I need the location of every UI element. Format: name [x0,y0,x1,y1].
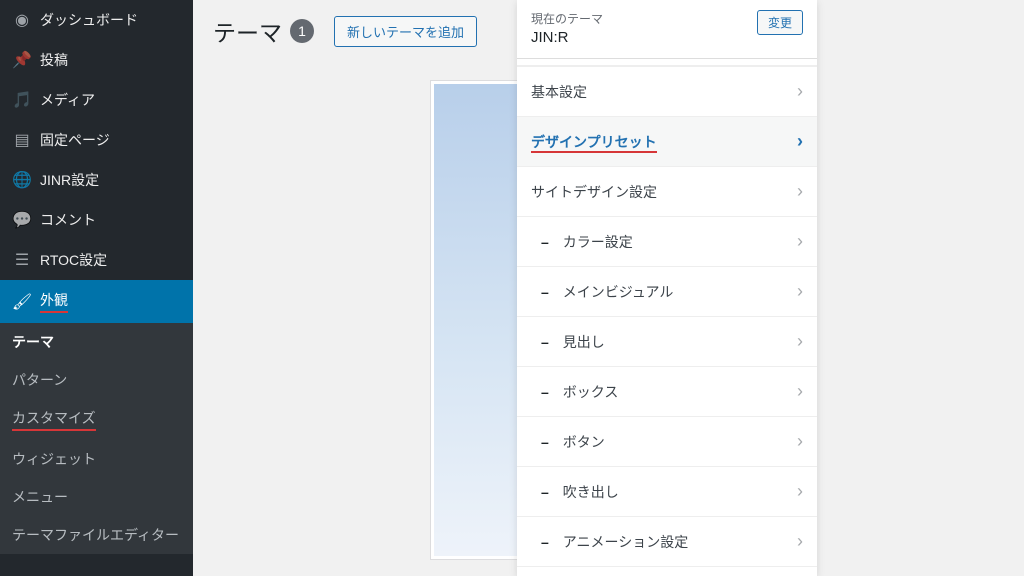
sidebar-item-label: ダッシュボード [40,10,138,30]
row-color-settings[interactable]: カラー設定 › [517,217,817,267]
panel-header: 現在のテーマ JIN:R 変更 [517,0,817,59]
appearance-submenu: テーマ パターン カスタマイズ ウィジェット メニュー テーマファイルエディター [0,323,193,554]
submenu-theme-file-editor[interactable]: テーマファイルエディター [0,516,193,554]
dashboard-icon: ◉ [12,10,32,30]
sidebar-item-label: メディア [40,90,95,110]
current-theme-label: 現在のテーマ [531,10,603,27]
panel-body: 基本設定 › デザインプリセット › サイトデザイン設定 › カラー設定 › メ… [517,65,817,576]
submenu-patterns[interactable]: パターン [0,361,193,399]
sidebar-item-comments[interactable]: 💬 コメント [0,200,193,240]
row-box[interactable]: ボックス › [517,367,817,417]
comment-icon: 💬 [12,210,32,230]
submenu-widgets[interactable]: ウィジェット [0,440,193,478]
chevron-right-icon: › [797,531,803,552]
change-theme-button[interactable]: 変更 [757,10,803,35]
sidebar-item-pages[interactable]: ▤ 固定ページ [0,120,193,160]
submenu-customize[interactable]: カスタマイズ [0,399,193,440]
chevron-right-icon: › [797,131,803,152]
submenu-menus[interactable]: メニュー [0,478,193,516]
sidebar-item-rtoc-settings[interactable]: ☰ RTOC設定 [0,240,193,280]
sidebar-item-appearance[interactable]: 🖌 外観 [0,280,193,323]
page-title: テーマ [213,14,282,48]
add-theme-button[interactable]: 新しいテーマを追加 [334,16,477,47]
chevron-right-icon: › [797,231,803,252]
main-area: テーマ 1 新しいテーマを追加 J 現在のテーマ JIN:R 変更 基本設定 ›… [193,0,1024,576]
admin-sidebar: ◉ ダッシュボード 📌 投稿 🎵 メディア ▤ 固定ページ 🌐 JINR設定 💬… [0,0,193,576]
submenu-themes[interactable]: テーマ [0,323,193,361]
row-design-preset[interactable]: デザインプリセット › [517,117,817,167]
sidebar-item-label: 投稿 [40,50,68,70]
chevron-right-icon: › [797,181,803,202]
sidebar-item-label: RTOC設定 [40,250,107,270]
chevron-right-icon: › [797,331,803,352]
chevron-right-icon: › [797,431,803,452]
page-icon: ▤ [12,130,32,150]
sidebar-item-media[interactable]: 🎵 メディア [0,80,193,120]
row-heading[interactable]: 見出し › [517,317,817,367]
pin-icon: 📌 [12,50,32,70]
current-theme-name: JIN:R [531,29,603,46]
list-icon: ☰ [12,250,32,270]
sidebar-item-label: 外観 [40,290,68,313]
sidebar-item-label: JINR設定 [40,170,99,190]
brush-icon: 🖌 [12,292,32,312]
chevron-right-icon: › [797,481,803,502]
chevron-right-icon: › [797,281,803,302]
row-information[interactable]: インフォメーション設定 › [517,567,817,576]
row-button[interactable]: ボタン › [517,417,817,467]
chevron-right-icon: › [797,381,803,402]
customizer-panel: 現在のテーマ JIN:R 変更 基本設定 › デザインプリセット › サイトデザ… [517,0,817,576]
row-basic-settings[interactable]: 基本設定 › [517,67,817,117]
chevron-right-icon: › [797,81,803,102]
row-main-visual[interactable]: メインビジュアル › [517,267,817,317]
sidebar-item-dashboard[interactable]: ◉ ダッシュボード [0,0,193,40]
row-site-design[interactable]: サイトデザイン設定 › [517,167,817,217]
globe-icon: 🌐 [12,170,32,190]
sidebar-item-label: 固定ページ [40,130,110,150]
row-balloon[interactable]: 吹き出し › [517,467,817,517]
theme-count-badge: 1 [290,19,314,43]
sidebar-item-jinr-settings[interactable]: 🌐 JINR設定 [0,160,193,200]
sidebar-item-label: コメント [40,210,96,230]
media-icon: 🎵 [12,90,32,110]
sidebar-item-posts[interactable]: 📌 投稿 [0,40,193,80]
row-animation[interactable]: アニメーション設定 › [517,517,817,567]
